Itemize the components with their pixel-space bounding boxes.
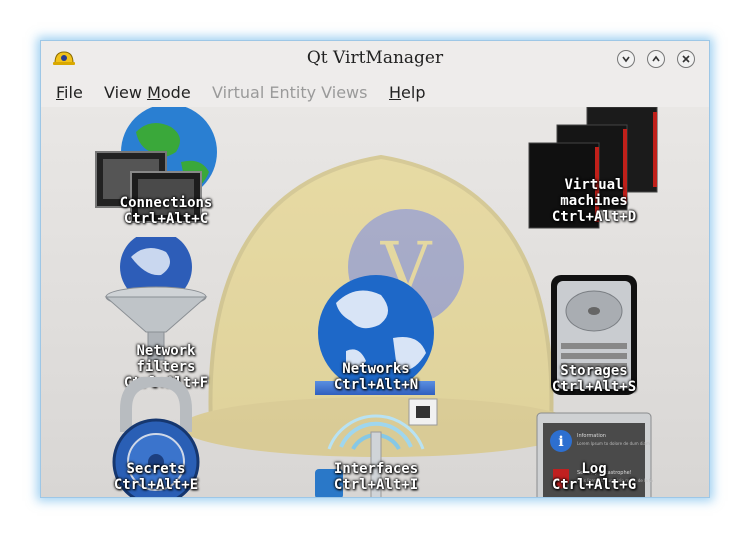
tile-secrets[interactable]: Secrets Ctrl+Alt+E	[81, 377, 231, 497]
menu-view-mode[interactable]: View Mode	[104, 83, 191, 102]
tile-label: Virtual machines Ctrl+Alt+D	[551, 177, 637, 225]
tile-virtual-machines[interactable]: Virtual machines Ctrl+Alt+D	[519, 107, 669, 232]
tile-label: Log Ctrl+Alt+G	[551, 461, 637, 493]
close-icon	[682, 55, 690, 63]
tile-label: Interfaces Ctrl+Alt+I	[333, 461, 419, 493]
menu-virtual-entity-views[interactable]: Virtual Entity Views	[212, 83, 367, 102]
menu-help[interactable]: Help	[389, 83, 425, 102]
svg-text:Information: Information	[577, 433, 606, 439]
maximize-button[interactable]	[647, 50, 665, 68]
tile-network-filters[interactable]: Network filters Ctrl+Alt+F	[91, 237, 241, 391]
svg-text:Lorem lpsum to dolore de dum d: Lorem lpsum to dolore de dum diam	[577, 441, 650, 446]
minimize-icon	[622, 56, 630, 63]
main-window: Qt VirtManager File View Mode Virtual En…	[40, 40, 710, 498]
window-title: Qt VirtManager	[306, 48, 444, 68]
tile-label: Secrets Ctrl+Alt+E	[113, 461, 199, 493]
tile-log[interactable]: i Information Lorem lpsum to dolore de d…	[519, 377, 669, 497]
tile-label: Connections Ctrl+Alt+C	[119, 195, 213, 227]
maximize-icon	[652, 55, 660, 62]
svg-text:i: i	[558, 434, 563, 450]
entity-panel: V Connections Ctrl+Alt+C Virtual machine…	[41, 107, 709, 497]
menu-file[interactable]: File	[56, 83, 83, 102]
minimize-button[interactable]	[617, 50, 635, 68]
menu-bar: File View Mode Virtual Entity Views Help	[41, 77, 709, 107]
tile-connections[interactable]: Connections Ctrl+Alt+C	[91, 107, 241, 232]
tile-interfaces[interactable]: Interfaces Ctrl+Alt+I	[301, 377, 451, 497]
title-bar[interactable]: Qt VirtManager	[41, 41, 709, 77]
close-button[interactable]	[677, 50, 695, 68]
